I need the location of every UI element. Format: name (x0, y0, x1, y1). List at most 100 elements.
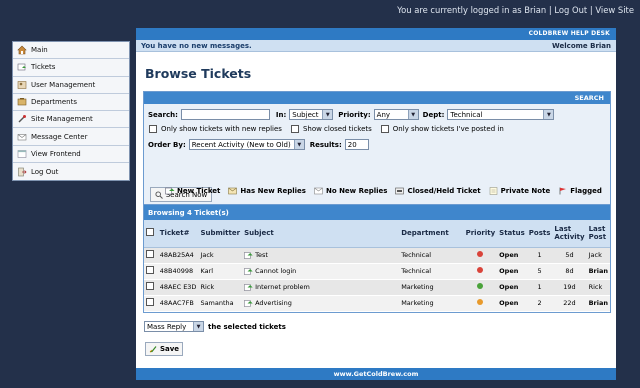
table-row[interactable]: 48AB25A4 Jack Test Technical Open 1 5d Jack (144, 247, 610, 264)
search-input[interactable] (180, 109, 270, 120)
row-checkbox[interactable] (146, 250, 154, 258)
ticket-posts: 1 (526, 247, 553, 264)
home-icon (17, 45, 27, 55)
sidebar-item-site-management[interactable]: Site Management (13, 111, 129, 129)
row-checkbox[interactable] (146, 298, 154, 306)
priority-dot-icon (477, 251, 484, 257)
ticket-status: Open (497, 295, 527, 312)
page-title: Browse Tickets (145, 66, 252, 81)
ticket-subject-cell[interactable]: Internet problem (242, 279, 400, 296)
select-all-checkbox[interactable] (146, 228, 154, 237)
ticket-department: Technical (399, 263, 464, 280)
sidebar-item-label: Departments (31, 98, 78, 107)
ticket-subject-cell[interactable]: Test (242, 247, 400, 264)
ticket-last-post: Jack (586, 247, 610, 264)
app-title: COLDBREW HELP DESK (136, 28, 616, 40)
ticket-subject[interactable]: Advertising (255, 299, 292, 307)
logout-link[interactable]: Log Out (554, 5, 587, 15)
ticket-subject[interactable]: Test (255, 251, 268, 259)
row-select-cell (144, 263, 158, 280)
sidebar-item-log-out[interactable]: Log Out (13, 163, 129, 181)
new-replies-checkbox[interactable] (149, 125, 157, 133)
ticket-id[interactable]: 48B40998 (157, 263, 199, 280)
in-select[interactable]: Subject ▼ (289, 109, 334, 120)
sidebar-item-label: Main (31, 46, 48, 55)
row-select-cell (144, 279, 158, 296)
legend-flagged: Flagged (558, 187, 602, 195)
ticket-last-post: Brian (586, 295, 610, 312)
private-note-icon (489, 187, 497, 195)
col-posts[interactable]: Posts (526, 220, 553, 248)
ticket-department: Marketing (399, 295, 464, 312)
ticket-id[interactable]: 48AB25A4 (157, 247, 199, 264)
mass-action-select[interactable]: Mass Reply ▼ (144, 321, 204, 332)
footer: www.GetColdBrew.com (136, 368, 616, 380)
sidebar-item-view-frontend[interactable]: View Frontend (13, 145, 129, 164)
ticket-subject-cell[interactable]: Cannot login (242, 263, 400, 280)
ticket-priority (463, 295, 498, 312)
main-panel: COLDBREW HELP DESK You have no new messa… (136, 28, 616, 380)
ticket-priority (463, 263, 498, 280)
ticket-subject[interactable]: Internet problem (255, 283, 310, 291)
sidebar-item-user-management[interactable]: User Management (13, 76, 129, 94)
new-replies-icon (244, 251, 253, 259)
col-department[interactable]: Department (399, 220, 464, 248)
row-checkbox[interactable] (146, 266, 154, 274)
col-priority[interactable]: Priority (463, 220, 498, 248)
top-bar: You are currently logged in as Brian | L… (0, 0, 640, 22)
save-button[interactable]: Save (145, 342, 183, 356)
table-row[interactable]: 48AAC7FB Samantha Advertising Marketing Open… (144, 295, 610, 312)
order-select[interactable]: Recent Activity (New to Old) ▼ (188, 139, 305, 150)
tickets-panel: Browsing 4 Ticket(s) Ticket# Submitter S… (143, 204, 611, 313)
ticket-last-activity: 8d (552, 263, 587, 280)
ticket-status: Open (497, 247, 527, 264)
table-row[interactable]: 48B40998 Karl Cannot login Technical Open 5 8d… (144, 263, 610, 280)
frontend-icon (17, 149, 27, 159)
view-site-link[interactable]: View Site (595, 5, 634, 15)
in-label: In: (275, 110, 287, 119)
col-subject[interactable]: Subject (242, 220, 400, 248)
priority-select[interactable]: Any ▼ (373, 109, 419, 120)
ticket-priority (463, 247, 498, 264)
ticket-submitter: Samantha (198, 295, 243, 312)
has-replies-icon (228, 187, 238, 195)
row-select-cell (144, 295, 158, 312)
ticket-posts: 5 (526, 263, 553, 280)
sidebar-item-tickets[interactable]: Tickets (13, 59, 129, 77)
closed-label: Show closed tickets (302, 125, 372, 133)
ticket-submitter: Rick (198, 279, 243, 296)
ticket-last-post: Brian (586, 263, 610, 280)
col-status[interactable]: Status (497, 220, 527, 248)
tickets-table: Ticket# Submitter Subject Department Pri… (144, 220, 610, 312)
closed-checkbox[interactable] (290, 125, 299, 133)
messages-text[interactable]: You have no new messages. (141, 42, 252, 50)
col-last-post[interactable]: Last Post (586, 220, 610, 248)
sidebar-item-main[interactable]: Main (13, 42, 129, 60)
dept-select[interactable]: Technical ▼ (447, 109, 555, 120)
sidebar-item-departments[interactable]: Departments (13, 93, 129, 112)
ticket-submitter: Karl (198, 263, 243, 280)
col-last-activity[interactable]: Last Activity (552, 220, 587, 248)
col-submitter[interactable]: Submitter (198, 220, 243, 248)
sidebar-item-message-center[interactable]: Message Center (13, 128, 129, 146)
col-ticket[interactable]: Ticket# (157, 220, 199, 248)
footer-link[interactable]: www.GetColdBrew.com (334, 370, 419, 378)
ticket-last-activity: 5d (552, 247, 587, 264)
closed-ticket-icon (395, 187, 405, 195)
new-ticket-icon (165, 187, 175, 195)
row-checkbox[interactable] (146, 282, 154, 290)
tickets-title: Browsing 4 Ticket(s) (144, 205, 610, 220)
sidebar-item-label: Site Management (31, 115, 93, 124)
message-icon (17, 132, 27, 142)
ticket-id[interactable]: 48AAC7FB (157, 295, 199, 312)
row-select-cell (144, 247, 158, 264)
ticket-subject-cell[interactable]: Advertising (242, 295, 400, 312)
table-row[interactable]: 48AEC E3D Rick Internet problem Marketing Op… (144, 279, 610, 296)
chevron-down-icon: ▼ (322, 110, 333, 119)
priority-label: Priority: (338, 110, 371, 119)
results-input[interactable]: 20 (344, 139, 369, 150)
ticket-id[interactable]: 48AEC E3D (157, 279, 199, 296)
mine-checkbox[interactable] (380, 125, 389, 133)
legend-has-new-replies: Has New Replies (228, 187, 306, 195)
ticket-subject[interactable]: Cannot login (255, 267, 296, 275)
